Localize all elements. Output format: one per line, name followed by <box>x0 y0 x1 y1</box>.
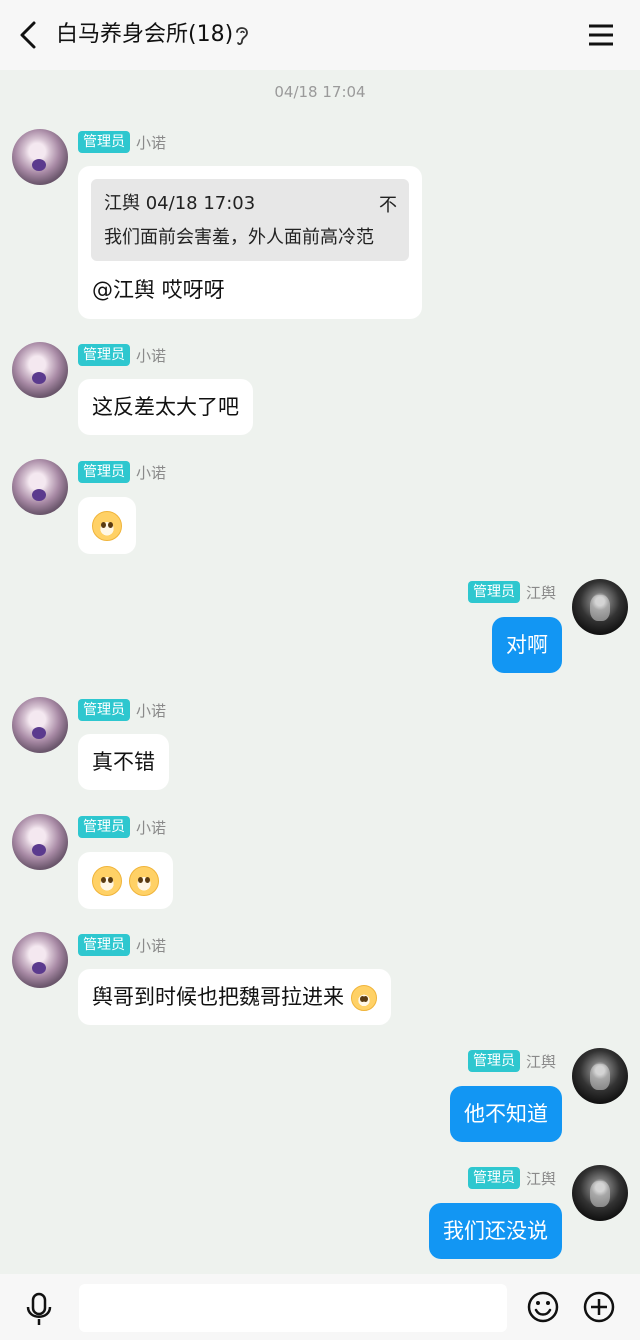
chat-title[interactable]: 白马养身会所(18) <box>56 19 233 51</box>
sender-name: 小诺 <box>136 133 167 152</box>
message-input[interactable] <box>79 1284 507 1332</box>
message-text: 真不错 <box>92 750 155 774</box>
doge-shiba-emoji <box>350 985 377 1011</box>
sender-name: 江舆 <box>525 1169 556 1188</box>
sender-name: 小诺 <box>136 463 167 482</box>
message-bubble[interactable]: 这反差太大了吧 <box>78 379 253 435</box>
sender-name: 江舆 <box>525 583 556 602</box>
sender-meta: 管理员 江舆 <box>467 580 556 604</box>
sender-meta: 管理员 小诺 <box>78 933 166 957</box>
avatar[interactable] <box>12 814 68 870</box>
message-bubble[interactable]: 舆哥到时候也把魏哥拉进来 <box>78 969 391 1025</box>
quote-text: 我们面前会害羞，外人面前高冷范 <box>104 227 374 248</box>
quote-time: 04/18 17:03 <box>145 193 256 214</box>
message-bubble[interactable]: 他不知道 <box>450 1086 562 1142</box>
sender-meta: 管理员 小诺 <box>78 343 166 367</box>
quote-reply-bubble[interactable]: 江舆 04/18 17:03 不 我们面前会害羞，外人面前高冷范 @江舆 哎呀呀 <box>78 166 422 319</box>
microphone-icon[interactable] <box>24 1292 54 1326</box>
plus-circle-icon[interactable] <box>582 1290 616 1324</box>
avatar[interactable] <box>12 129 68 185</box>
avatar[interactable] <box>12 932 68 988</box>
avatar[interactable] <box>12 342 68 398</box>
admin-badge: 管理员 <box>467 1167 520 1189</box>
sender-name: 小诺 <box>136 346 167 365</box>
message-text: 我们还没说 <box>443 1219 548 1243</box>
admin-badge: 管理员 <box>78 699 130 721</box>
sender-name: 小诺 <box>136 818 167 837</box>
quoted-message[interactable]: 江舆 04/18 17:03 不 我们面前会害羞，外人面前高冷范 <box>91 179 409 261</box>
sender-meta: 管理员 小诺 <box>78 815 166 839</box>
message-text: 这反差太大了吧 <box>92 395 239 419</box>
avatar[interactable] <box>12 459 68 515</box>
chevron-left-icon[interactable] <box>16 20 40 50</box>
admin-badge: 管理员 <box>78 816 130 838</box>
doge-pleading-emoji <box>128 866 159 896</box>
message-bubble[interactable]: 对啊 <box>492 617 562 673</box>
sender-meta: 管理员 小诺 <box>78 698 166 722</box>
message-timestamp: 04/18 17:04 <box>274 83 366 101</box>
message-text: 舆哥到时候也把魏哥拉进来 <box>92 985 344 1009</box>
menu-icon[interactable] <box>585 20 617 50</box>
smiley-icon[interactable] <box>526 1290 560 1324</box>
avatar[interactable] <box>12 697 68 753</box>
message-bubble[interactable] <box>78 852 173 909</box>
admin-badge: 管理员 <box>467 581 520 603</box>
message-bubble[interactable] <box>78 497 136 554</box>
admin-badge: 管理员 <box>78 131 130 153</box>
avatar[interactable] <box>572 1165 628 1221</box>
composer-bar <box>0 1274 640 1340</box>
message-bubble[interactable]: 真不错 <box>78 734 169 790</box>
doge-pleading-emoji <box>92 866 122 896</box>
admin-badge: 管理员 <box>467 1050 520 1072</box>
avatar[interactable] <box>572 1048 628 1104</box>
message-text: 他不知道 <box>464 1102 548 1126</box>
message-text: 对啊 <box>506 633 548 657</box>
message-text: @江舆 哎呀呀 <box>92 278 225 302</box>
sender-meta: 管理员 小诺 <box>78 460 166 484</box>
sender-meta: 管理员 江舆 <box>467 1049 556 1073</box>
doge-shiba-emoji <box>92 511 122 541</box>
sender-meta: 管理员 小诺 <box>78 130 166 154</box>
message-bubble[interactable]: 我们还没说 <box>429 1203 562 1259</box>
quote-author: 江舆 <box>104 193 140 214</box>
quote-header: 江舆 04/18 17:03 <box>104 189 255 215</box>
sender-name: 江舆 <box>525 1052 556 1071</box>
admin-badge: 管理员 <box>78 344 130 366</box>
admin-badge: 管理员 <box>78 934 130 956</box>
sender-meta: 管理员 江舆 <box>467 1166 556 1190</box>
chat-header: 白马养身会所(18) <box>0 0 640 70</box>
avatar[interactable] <box>572 579 628 635</box>
admin-badge: 管理员 <box>78 461 130 483</box>
sender-name: 小诺 <box>136 936 167 955</box>
sender-name: 小诺 <box>136 701 167 720</box>
quote-pin-mark: 不 <box>379 195 397 216</box>
ear-icon <box>236 27 248 45</box>
